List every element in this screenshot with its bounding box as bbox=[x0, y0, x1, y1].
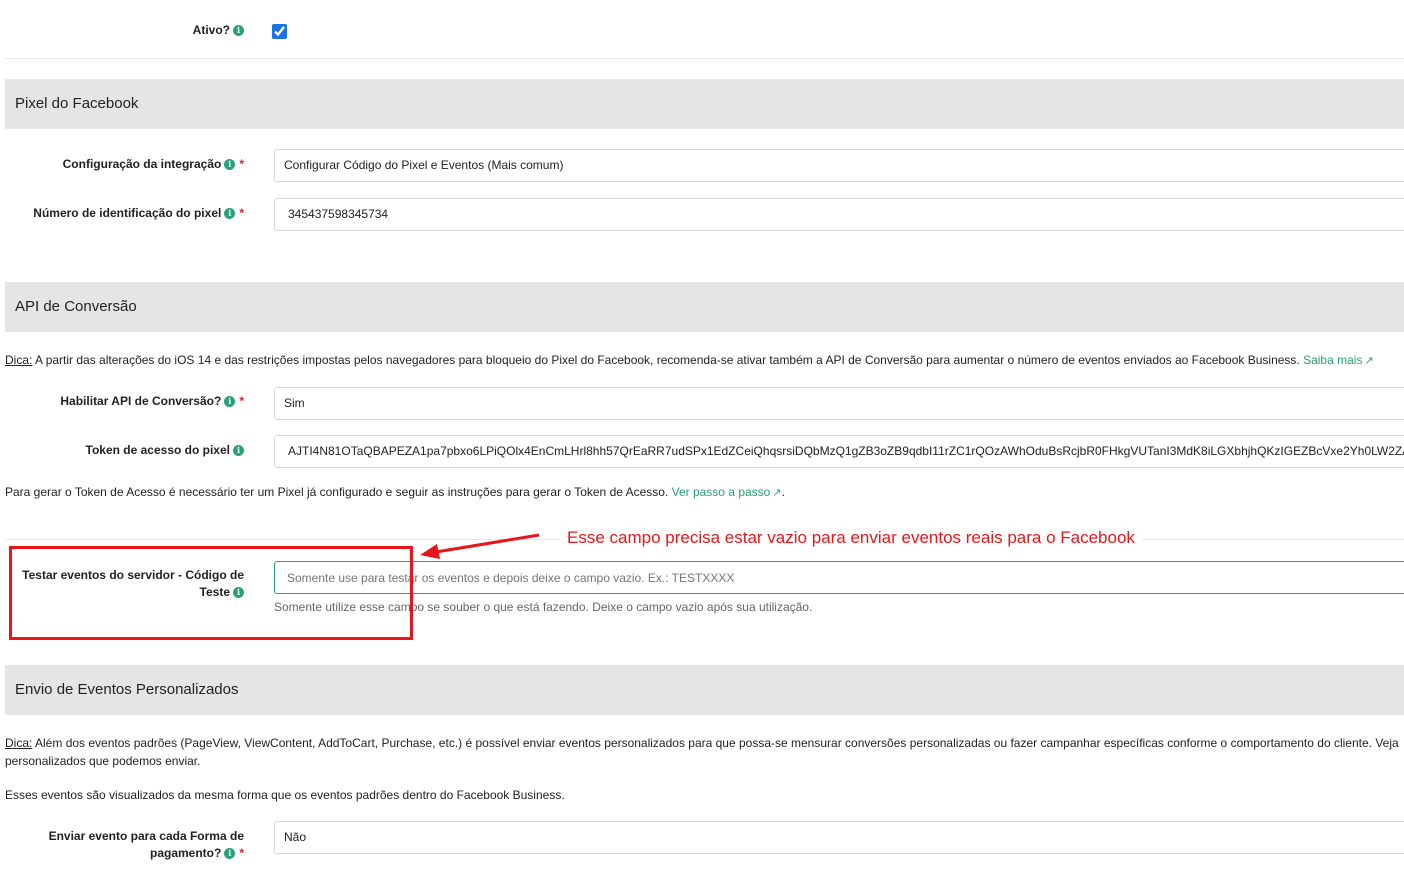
saiba-mais-link[interactable]: Saiba mais bbox=[1303, 353, 1362, 367]
enable-api-select[interactable]: Sim bbox=[274, 387, 1404, 420]
info-icon[interactable]: i bbox=[224, 848, 236, 859]
token-label: Token de acesso do pixel i bbox=[86, 442, 244, 459]
info-icon[interactable]: i bbox=[224, 159, 236, 170]
required-asterisk: * bbox=[239, 157, 244, 171]
custom-tip: Dica: Além dos eventos padrões (PageView… bbox=[5, 736, 1399, 768]
enable-api-label: Habilitar API de Conversão? i * bbox=[60, 394, 244, 408]
payment-event-label: Enviar evento para cada Forma de pagament… bbox=[48, 829, 244, 860]
token-input[interactable]: AJTI4N81OTaQBAPEZA1pa7pbxo6LPiQOlx4EnCmL… bbox=[274, 435, 1404, 468]
tip-label: Dica: bbox=[5, 353, 33, 367]
info-icon[interactable]: i bbox=[224, 396, 236, 407]
custom-info: Esses eventos são visualizados da mesma … bbox=[5, 788, 565, 802]
info-icon[interactable]: i bbox=[224, 208, 236, 219]
pixel-id-label: Número de identificação do pixel i * bbox=[33, 206, 244, 220]
token-help: Para gerar o Token de Acesso é necessári… bbox=[5, 483, 785, 502]
section-api-conversao: API de Conversão bbox=[5, 282, 1404, 332]
test-code-input[interactable] bbox=[274, 561, 1404, 594]
info-icon[interactable]: i bbox=[233, 445, 244, 456]
tip-label: Dica: bbox=[5, 736, 33, 750]
section-eventos-personalizados: Envio de Eventos Personalizados bbox=[5, 665, 1404, 715]
integration-select[interactable]: Configurar Código do Pixel e Eventos (Ma… bbox=[274, 149, 1404, 182]
divider bbox=[5, 58, 1404, 59]
payment-event-select[interactable]: Não bbox=[274, 821, 1404, 854]
required-asterisk: * bbox=[239, 846, 244, 860]
integration-label: Configuração da integração i * bbox=[62, 157, 244, 171]
api-tip: Dica: A partir das alterações do iOS 14 … bbox=[5, 351, 1374, 370]
annotation-arrow-icon bbox=[420, 533, 540, 559]
active-label: Ativo? i bbox=[193, 22, 244, 39]
required-asterisk: * bbox=[239, 206, 244, 220]
annotation-text: Esse campo precisa estar vazio para envi… bbox=[560, 527, 1142, 549]
section-pixel-facebook: Pixel do Facebook bbox=[5, 79, 1404, 129]
info-icon[interactable]: i bbox=[233, 25, 244, 36]
required-asterisk: * bbox=[239, 394, 244, 408]
external-link-icon[interactable]: ↗ bbox=[1364, 352, 1373, 370]
ver-passo-link[interactable]: Ver passo a passo bbox=[672, 485, 771, 499]
pixel-id-input[interactable]: 345437598345734 bbox=[274, 198, 1404, 231]
active-checkbox[interactable] bbox=[272, 24, 287, 39]
external-link-icon[interactable]: ↗ bbox=[772, 484, 781, 502]
highlight-box bbox=[9, 546, 413, 640]
